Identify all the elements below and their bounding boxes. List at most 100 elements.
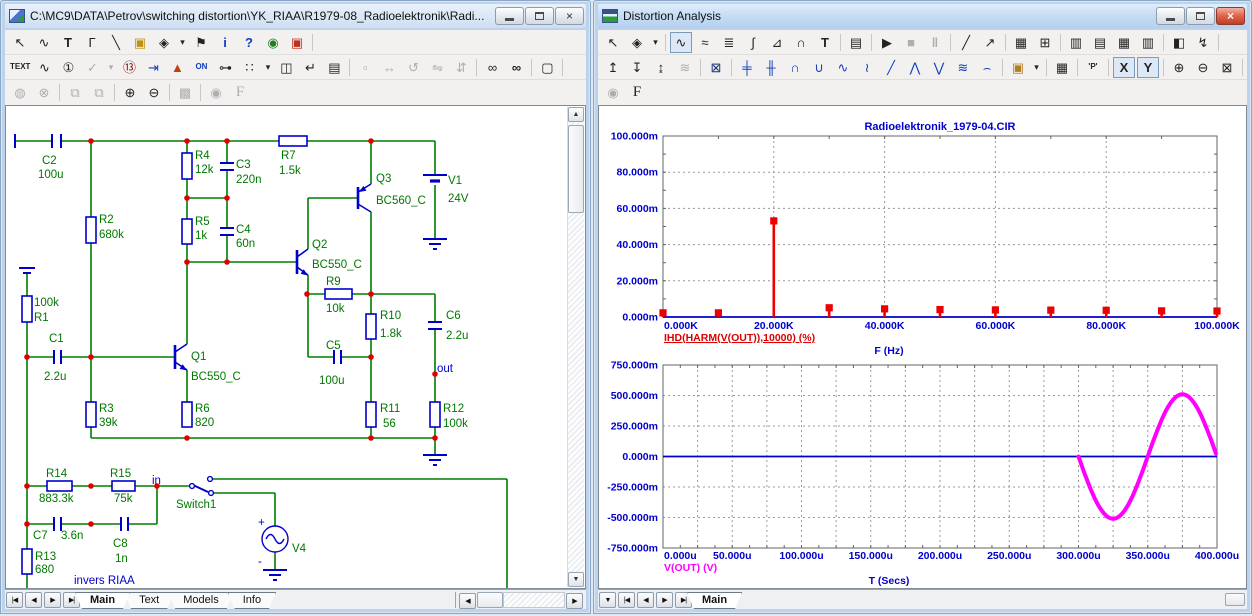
close-button[interactable]: × [1216,7,1245,25]
hscroll-track[interactable] [503,592,565,608]
node-voltages-icon[interactable]: ⑬ [118,57,140,78]
browser-icon[interactable]: ◉ [262,32,284,53]
bottom-plot-legend[interactable]: V(OUT) (V) [664,562,717,574]
zoom-out-icon[interactable]: ⊖ [1192,57,1214,78]
split-window-icon[interactable]: ◫ [275,57,297,78]
inflection-icon[interactable]: ⌢ [976,57,998,78]
tab-main[interactable]: Main [687,592,742,609]
horizontal-split-icon[interactable]: ◧ [1168,32,1190,53]
select-icon[interactable]: ↖ [9,32,31,53]
ortho-wire-icon[interactable]: Г [81,32,103,53]
zoom-box-icon[interactable]: ⊠ [1216,57,1238,78]
component-dropdown-icon[interactable]: ▾ [650,32,661,53]
numeric-output-icon[interactable]: ▦ [1051,57,1073,78]
y-scale-icon[interactable]: Y [1137,57,1159,78]
schematic-vscrollbar[interactable]: ▲ ▼ [567,107,584,587]
power-icon[interactable]: ▲ [166,57,188,78]
font-icon[interactable]: F [626,82,648,103]
find-icon[interactable]: ∞ [505,57,527,78]
properties-icon[interactable]: ▤ [845,32,867,53]
tracker-icon[interactable]: ↯ [1192,32,1214,53]
tab-nav-button-1[interactable]: ◀ [637,592,654,608]
data-points-icon[interactable]: ⊞ [1034,32,1056,53]
shapes-dropdown-icon[interactable]: ▾ [177,32,188,53]
component-icon[interactable]: ◈ [626,32,648,53]
cursor-left-icon[interactable]: ╪ [736,57,758,78]
cursor-mode-icon[interactable]: ≈ [694,32,716,53]
envelope-icon[interactable]: ≋ [952,57,974,78]
line-mode-icon[interactable]: ╲ [105,32,127,53]
component-bus-icon[interactable]: ▣ [129,32,151,53]
text-mode-icon[interactable]: T [57,32,79,53]
text-mode-icon[interactable]: T [814,32,836,53]
select-icon[interactable]: ↖ [602,32,624,53]
hscroll-thumb[interactable] [477,592,503,608]
grid-marks-icon[interactable]: ▦ [1113,32,1135,53]
format-dropdown-icon[interactable]: ▾ [1031,57,1042,78]
zoom-in-icon[interactable]: ⊕ [119,82,141,103]
analysis-titlebar[interactable]: Distortion Analysis × [598,4,1247,28]
grid-icon[interactable]: ∷ [238,57,260,78]
pin-connect-icon[interactable]: ⊶ [214,57,236,78]
hscroll-right-button[interactable]: ▶ [566,593,583,609]
valley-cursor-icon[interactable]: ↧ [626,57,648,78]
baseline-icon[interactable]: ▥ [1137,32,1159,53]
maximize-button[interactable] [1186,7,1215,25]
tab-models[interactable]: Models [168,592,233,609]
minimize-button[interactable] [495,7,524,25]
line-point-icon[interactable]: ↗ [979,32,1001,53]
run-icon[interactable]: ▶ [876,32,898,53]
cursor-right-icon[interactable]: ╫ [760,57,782,78]
show-curve-icon[interactable]: ∿ [33,57,55,78]
format-icon[interactable]: ▣ [1007,57,1029,78]
tab-nav-button-1[interactable]: ◀ [25,592,42,608]
tab-nav-button-2[interactable]: ▶ [656,592,673,608]
shapes-icon[interactable]: ◈ [153,32,175,53]
tab-info[interactable]: Info [228,592,276,609]
schematic-canvas[interactable]: C2100uR2680kR412kC3220nR51kC460nR71.5kQ3… [5,105,586,589]
tag-slope-icon[interactable]: ⊿ [766,32,788,53]
cross-probe-icon[interactable]: ↵ [299,57,321,78]
scroll-up-button[interactable]: ▲ [568,107,584,122]
scale-mode-icon[interactable]: ∿ [670,32,692,53]
info-icon[interactable]: i [214,32,236,53]
vscroll-thumb[interactable] [568,125,584,213]
text-attr-icon[interactable]: TEXT [9,57,31,78]
current-icon[interactable]: ⇥ [142,57,164,78]
analysis-limits-icon[interactable]: ⊠ [705,57,727,78]
slope-icon[interactable]: ╱ [880,57,902,78]
peak-cursor-icon[interactable]: ↥ [602,57,624,78]
hscroll-left-button[interactable]: ◀ [459,593,476,609]
find-wave-icon[interactable]: ∞ [481,57,503,78]
tokens-icon[interactable]: ▥ [1065,32,1087,53]
low-icon[interactable]: ≀ [856,57,878,78]
close-button[interactable]: × [555,7,584,25]
schematic-titlebar[interactable]: C:\MC9\DATA\Petrov\switching distortion\… [5,4,586,28]
grid-dropdown-icon[interactable]: ▾ [262,57,273,78]
tab-nav-button-2[interactable]: ▶ [44,592,61,608]
ruler-icon[interactable]: ▤ [1089,32,1111,53]
valley-icon[interactable]: ∪ [808,57,830,78]
plot-client[interactable]: 100.000m80.000m60.000m40.000m20.000m0.00… [598,105,1247,589]
plot-select-dropdown[interactable]: ▼ [599,592,616,608]
peak-icon[interactable]: ∩ [784,57,806,78]
hscroll-thumb[interactable] [1225,593,1245,606]
measure-h-icon[interactable]: ≣ [718,32,740,53]
help-point-icon[interactable]: ? [238,32,260,53]
error-list-icon[interactable]: ▣ [286,32,308,53]
global-high-icon[interactable]: ⋀ [904,57,926,78]
x-scale-icon[interactable]: X [1113,57,1135,78]
measure-v-icon[interactable]: ∫ [742,32,764,53]
select-region-icon[interactable]: ▦ [1010,32,1032,53]
tab-main[interactable]: Main [75,592,130,609]
hscrollbar[interactable]: ◀▶ [455,592,584,608]
properties-icon[interactable]: ▤ [323,57,345,78]
minimize-button[interactable] [1156,7,1185,25]
flag-icon[interactable]: ⚑ [190,32,212,53]
scroll-down-button[interactable]: ▼ [568,572,584,587]
line-icon[interactable]: ╱ [955,32,977,53]
periodic-steady-icon[interactable]: 'P' [1082,57,1104,78]
monitor-icon[interactable]: ▢ [536,57,558,78]
tab-nav-button-0[interactable]: |◀ [6,592,23,608]
global-low-icon[interactable]: ⋁ [928,57,950,78]
